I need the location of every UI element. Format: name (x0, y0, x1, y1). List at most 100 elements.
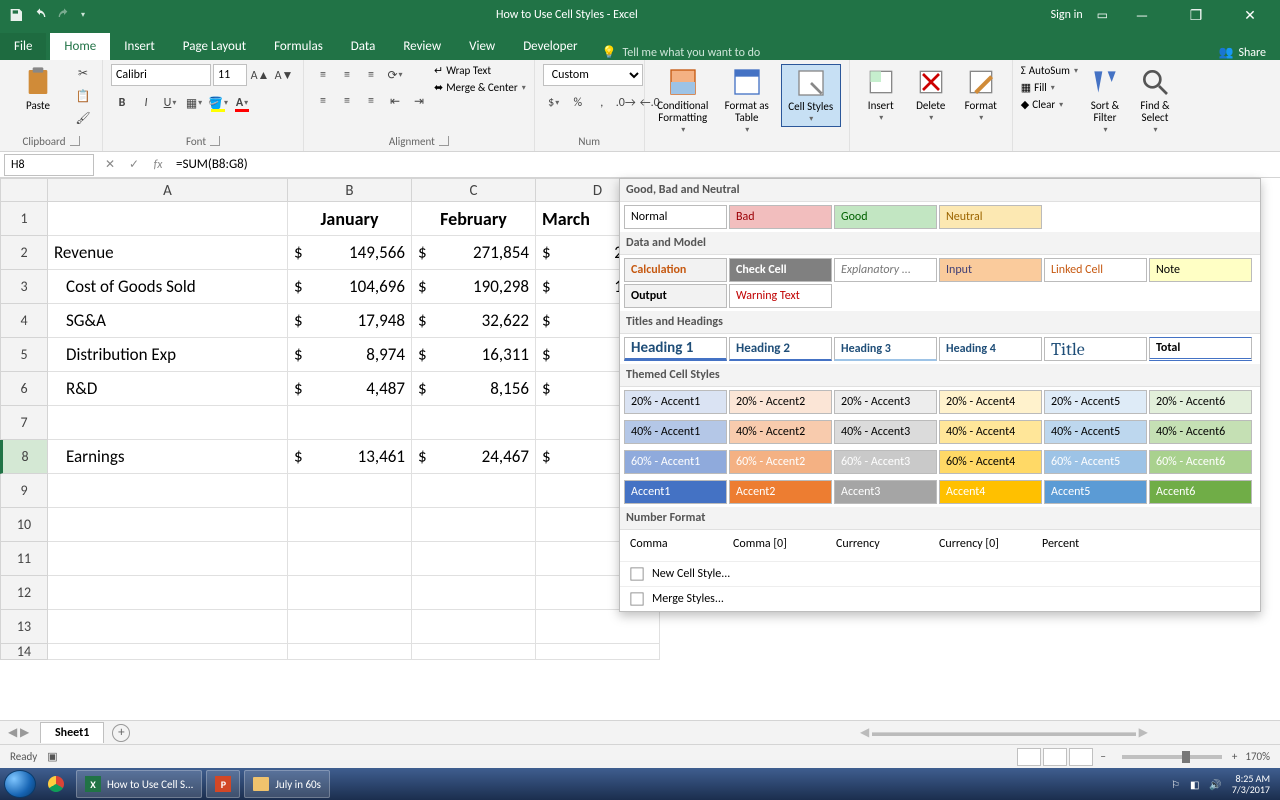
style-normal[interactable]: Normal (624, 205, 727, 229)
conditional-formatting-button[interactable]: Conditional Formatting▾ (653, 64, 713, 137)
sort-filter-button[interactable]: Sort & Filter▾ (1082, 64, 1128, 137)
style-total[interactable]: Total (1149, 337, 1252, 361)
style-title[interactable]: Title (1044, 337, 1147, 361)
find-select-button[interactable]: Find & Select▾ (1132, 64, 1178, 137)
style-accent[interactable]: 60% - Accent1 (624, 450, 727, 474)
share-button[interactable]: 👥 Share (1218, 45, 1280, 60)
align-bottom-button[interactable]: ≡ (360, 64, 382, 86)
style-note[interactable]: Note (1149, 258, 1252, 282)
cell[interactable]: January (288, 202, 412, 236)
style-accent[interactable]: 60% - Accent2 (729, 450, 832, 474)
style-accent[interactable]: 40% - Accent4 (939, 420, 1042, 444)
decrease-font-button[interactable]: A▼ (273, 64, 295, 86)
style-bad[interactable]: Bad (729, 205, 832, 229)
align-right-button[interactable]: ≡ (360, 90, 382, 112)
tab-insert[interactable]: Insert (110, 33, 169, 60)
style-heading4[interactable]: Heading 4 (939, 337, 1042, 361)
zoom-in-button[interactable]: + (1232, 750, 1237, 763)
currency-button[interactable]: $▾ (543, 92, 565, 114)
format-button[interactable]: Format▾ (958, 64, 1004, 125)
style-accent[interactable]: 20% - Accent2 (729, 390, 832, 414)
style-accent[interactable]: 40% - Accent1 (624, 420, 727, 444)
ribbon-display-icon[interactable]: ▭ (1097, 8, 1108, 23)
percent-button[interactable]: % (567, 92, 589, 114)
taskbar-excel[interactable]: XHow to Use Cell S... (76, 770, 202, 798)
style-accent[interactable]: 40% - Accent6 (1149, 420, 1252, 444)
tab-review[interactable]: Review (389, 33, 455, 60)
tray-clock[interactable]: 8:25 AM7/3/2017 (1232, 773, 1270, 795)
bold-button[interactable]: B (111, 92, 133, 114)
tray-flag-icon[interactable]: ⚐ (1171, 778, 1180, 791)
style-accent[interactable]: Accent6 (1149, 480, 1252, 504)
cut-button[interactable]: ✂ (72, 64, 94, 83)
increase-decimal-button[interactable]: .0→ (615, 92, 637, 114)
fx-icon[interactable]: fx (146, 158, 170, 172)
style-accent[interactable]: 60% - Accent6 (1149, 450, 1252, 474)
style-accent[interactable]: 40% - Accent5 (1044, 420, 1147, 444)
tab-view[interactable]: View (455, 33, 509, 60)
minimize-button[interactable]: — (1122, 7, 1162, 24)
style-accent[interactable]: 20% - Accent3 (834, 390, 937, 414)
save-icon[interactable] (8, 7, 24, 23)
style-check-cell[interactable]: Check Cell (729, 258, 832, 282)
zoom-slider[interactable] (1122, 755, 1222, 759)
launcher-icon[interactable] (210, 136, 220, 146)
style-accent[interactable]: 20% - Accent1 (624, 390, 727, 414)
col-header[interactable]: A (48, 178, 288, 202)
macro-record-icon[interactable]: ▣ (47, 750, 57, 763)
style-heading3[interactable]: Heading 3 (834, 337, 937, 361)
fill-button[interactable]: ▦ Fill ▾ (1021, 81, 1078, 94)
style-accent[interactable]: Accent4 (939, 480, 1042, 504)
col-header[interactable]: B (288, 178, 412, 202)
style-linked-cell[interactable]: Linked Cell (1044, 258, 1147, 282)
style-output[interactable]: Output (624, 284, 727, 308)
zoom-level[interactable]: 170% (1245, 750, 1270, 763)
new-cell-style-command[interactable]: New Cell Style... (620, 561, 1260, 586)
select-all-corner[interactable] (0, 178, 48, 202)
tray-network-icon[interactable]: ◧ (1190, 778, 1199, 791)
tell-me[interactable]: 💡 Tell me what you want to do (601, 45, 760, 60)
style-accent[interactable]: 20% - Accent5 (1044, 390, 1147, 414)
orientation-button[interactable]: ⟳▾ (384, 64, 406, 86)
sheet-grid[interactable]: A B C D 1JanuaryFebruaryMarch 2Revenue$1… (0, 178, 1280, 720)
style-accent[interactable]: 60% - Accent4 (939, 450, 1042, 474)
font-size-input[interactable] (213, 64, 247, 86)
taskbar-explorer[interactable]: July in 60s (244, 770, 330, 798)
copy-button[interactable]: 📋 (72, 87, 94, 106)
paste-button[interactable]: Paste (8, 64, 68, 114)
page-layout-view-button[interactable] (1043, 748, 1067, 766)
number-format-select[interactable]: Custom (543, 64, 643, 86)
normal-view-button[interactable] (1017, 748, 1041, 766)
launcher-icon[interactable] (439, 136, 449, 146)
cell[interactable]: February (412, 202, 536, 236)
fill-color-button[interactable]: 🪣▾ (207, 92, 229, 114)
close-button[interactable]: ✕ (1230, 7, 1270, 24)
zoom-out-button[interactable]: − (1100, 750, 1105, 763)
formula-input[interactable]: =SUM(B8:G8) (170, 154, 1280, 175)
tab-data[interactable]: Data (337, 33, 390, 60)
style-explanatory[interactable]: Explanatory ... (834, 258, 937, 282)
tab-pagelayout[interactable]: Page Layout (169, 33, 260, 60)
comma-button[interactable]: , (591, 92, 613, 114)
style-currency0[interactable]: Currency [0] (933, 533, 1036, 555)
style-accent[interactable]: 20% - Accent4 (939, 390, 1042, 414)
style-input[interactable]: Input (939, 258, 1042, 282)
new-sheet-button[interactable]: + (112, 724, 130, 742)
maximize-button[interactable]: ❐ (1176, 7, 1216, 24)
font-name-input[interactable] (111, 64, 211, 86)
align-center-button[interactable]: ≡ (336, 90, 358, 112)
style-accent[interactable]: Accent1 (624, 480, 727, 504)
style-currency[interactable]: Currency (830, 533, 933, 555)
font-color-button[interactable]: A▾ (231, 92, 253, 114)
enter-formula-icon[interactable]: ✓ (122, 157, 146, 172)
format-painter-button[interactable]: 🖌 (72, 109, 94, 128)
increase-indent-button[interactable]: ⇥ (408, 90, 430, 112)
taskbar-powerpoint[interactable]: P (206, 770, 240, 798)
col-header[interactable]: C (412, 178, 536, 202)
insert-button[interactable]: Insert▾ (858, 64, 904, 125)
decrease-indent-button[interactable]: ⇤ (384, 90, 406, 112)
style-calculation[interactable]: Calculation (624, 258, 727, 282)
align-top-button[interactable]: ≡ (312, 64, 334, 86)
launcher-icon[interactable] (70, 136, 80, 146)
style-accent[interactable]: Accent3 (834, 480, 937, 504)
